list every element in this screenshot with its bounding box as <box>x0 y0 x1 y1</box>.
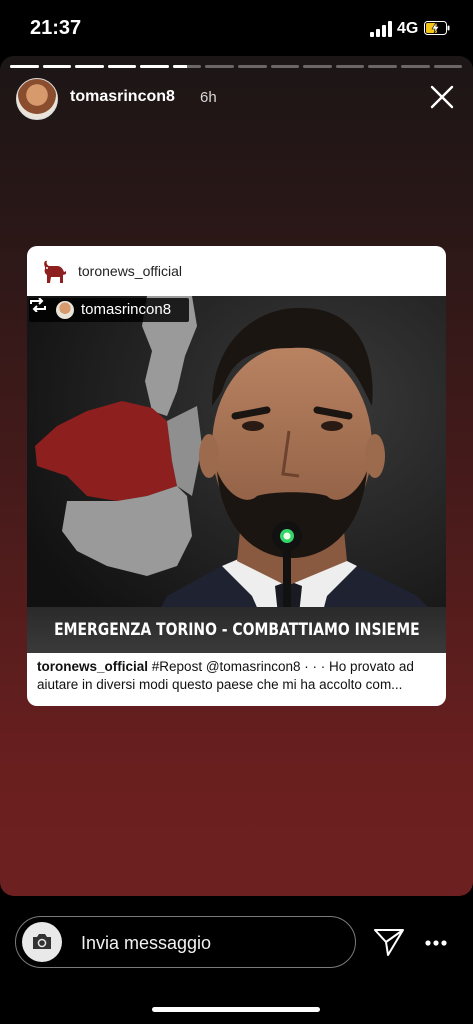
story-progress-bar <box>10 65 463 68</box>
status-time: 21:37 <box>30 17 82 39</box>
story-progress-segment <box>172 65 202 68</box>
story-progress-segment <box>303 65 332 68</box>
story-progress-segment <box>75 65 104 68</box>
shared-post-card[interactable]: toronews_official tomasrincon8 EMERGENZA… <box>27 246 446 706</box>
story-progress-segment <box>270 65 300 68</box>
story-progress-segment <box>42 65 72 68</box>
message-placeholder: Invia messaggio <box>81 933 212 953</box>
story-header: tomasrincon8 6h <box>16 78 457 120</box>
post-image[interactable]: tomasrincon8 EMERGENZA TORINO - COMBATTI… <box>27 296 446 653</box>
story-progress-segment <box>205 65 235 68</box>
post-header: toronews_official <box>27 246 446 296</box>
network-label: 4G <box>397 20 419 37</box>
repost-avatar <box>56 301 74 319</box>
caption-line1: #Repost @tomasrincon8 · · · Ho provato a… <box>148 659 414 674</box>
story-progress-segment <box>238 65 267 68</box>
story-progress-segment <box>10 65 39 68</box>
story-progress-segment <box>368 65 397 68</box>
story-username[interactable]: tomasrincon8 <box>70 88 175 106</box>
battery-charging-icon <box>424 21 450 35</box>
story-progress-segment <box>140 65 169 68</box>
caption-line2: aiutare in diversi modi questo paese che… <box>37 677 403 692</box>
repost-username: tomasrincon8 <box>81 301 172 318</box>
home-indicator <box>152 1007 320 1012</box>
story-progress-segment <box>107 65 137 68</box>
caption-username[interactable]: toronews_official <box>37 659 148 674</box>
screen: 21:37 4G tomasrincon8 6h toronews_offici… <box>0 0 473 1024</box>
repost-icon <box>30 298 46 312</box>
close-icon[interactable] <box>429 84 455 110</box>
bull-logo-icon <box>44 260 66 283</box>
message-input[interactable]: Invia messaggio <box>15 916 356 968</box>
camera-button[interactable] <box>22 922 62 962</box>
status-bar: 21:37 4G <box>0 0 473 56</box>
avatar[interactable] <box>16 78 58 120</box>
story-time-ago: 6h <box>200 89 217 106</box>
post-caption[interactable]: toronews_official #Repost @tomasrincon8 … <box>37 658 437 694</box>
post-account-name[interactable]: toronews_official <box>78 263 182 279</box>
story-progress-segment <box>433 65 463 68</box>
story-progress-segment <box>335 65 365 68</box>
reply-bar: Invia messaggio <box>0 896 473 1024</box>
story-view[interactable]: tomasrincon8 6h toronews_official tomasr… <box>0 56 473 896</box>
more-icon[interactable] <box>425 940 447 946</box>
post-banner: EMERGENZA TORINO - COMBATTIAMO INSIEME <box>27 607 446 653</box>
post-photo <box>27 296 446 653</box>
repost-tag: tomasrincon8 <box>29 298 189 322</box>
story-progress-segment <box>400 65 430 68</box>
camera-icon <box>33 934 51 949</box>
post-banner-text: EMERGENZA TORINO - COMBATTIAMO INSIEME <box>53 620 420 640</box>
signal-icon <box>370 21 392 37</box>
send-icon[interactable] <box>373 927 405 957</box>
